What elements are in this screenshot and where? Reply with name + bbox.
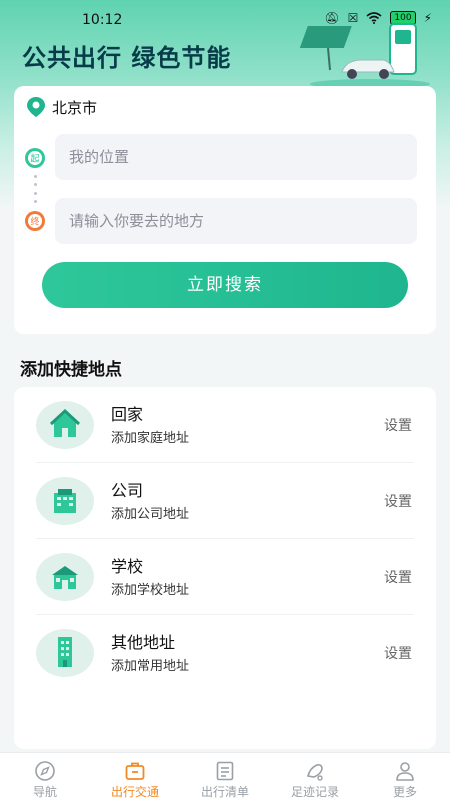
- place-title: 公司: [111, 481, 144, 500]
- footprint-icon: [307, 764, 323, 781]
- route-connector: [33, 172, 37, 206]
- place-title: 其他地址: [111, 633, 176, 652]
- quick-place-company[interactable]: 公司 添加公司地址 设置: [14, 463, 436, 539]
- destination-input[interactable]: 请输入你要去的地方: [55, 198, 417, 244]
- tab-label: 更多: [392, 785, 417, 799]
- end-marker-label: 终: [30, 216, 39, 228]
- set-other-button[interactable]: 设置: [384, 643, 412, 663]
- tab-footprints[interactable]: 足迹记录: [270, 753, 360, 800]
- set-company-button[interactable]: 设置: [384, 491, 412, 511]
- set-school-button[interactable]: 设置: [384, 567, 412, 587]
- bottom-tab-bar: 导航 出行交通 出行清单 足迹记录 更多: [0, 752, 450, 800]
- route-search-card: 北京市 起 终 我的位置 请输入你要去的地方 立即搜索: [14, 86, 436, 334]
- tower-building-icon: [36, 629, 94, 677]
- place-subtitle: 添加公司地址: [111, 507, 190, 522]
- place-subtitle: 添加常用地址: [111, 659, 190, 674]
- status-time: 10:12: [82, 12, 123, 28]
- place-subtitle: 添加学校地址: [111, 583, 190, 598]
- tab-transport[interactable]: 出行交通: [90, 753, 180, 800]
- start-marker-icon: 起: [25, 148, 45, 168]
- bag-icon: [125, 762, 145, 780]
- place-title: 回家: [111, 405, 144, 424]
- quick-places-title: 添加快捷地点: [20, 360, 122, 380]
- tab-label: 导航: [32, 785, 57, 799]
- person-icon: [396, 762, 414, 781]
- school-icon: [36, 553, 94, 601]
- tab-label: 出行清单: [200, 785, 249, 799]
- office-building-icon: [36, 477, 94, 525]
- home-icon: [36, 401, 94, 449]
- quick-place-other[interactable]: 其他地址 添加常用地址 设置: [14, 615, 436, 691]
- end-marker-icon: 终: [25, 211, 45, 231]
- search-button[interactable]: 立即搜索: [42, 262, 408, 308]
- start-marker-label: 起: [30, 154, 39, 165]
- tab-more[interactable]: 更多: [360, 753, 450, 800]
- start-location-input[interactable]: 我的位置: [55, 134, 417, 180]
- ev-charging-illustration: [299, 23, 430, 89]
- place-subtitle: 添加家庭地址: [111, 431, 190, 446]
- tab-label: 出行交通: [110, 785, 159, 799]
- hero-title: 公共出行 绿色节能: [22, 44, 232, 72]
- city-label: 北京市: [52, 98, 98, 117]
- tab-navigation[interactable]: 导航: [0, 753, 90, 800]
- place-title: 学校: [111, 557, 144, 576]
- tab-checklist[interactable]: 出行清单: [180, 753, 270, 800]
- location-pin-icon: [27, 97, 45, 117]
- compass-icon: [35, 761, 55, 781]
- list-icon: [216, 761, 234, 781]
- tab-label: 足迹记录: [290, 785, 339, 799]
- quick-place-school[interactable]: 学校 添加学校地址 设置: [14, 539, 436, 615]
- quick-places-list: 回家 添加家庭地址 设置 公司 添加公司地址 设置 学校 添加学校地址 设置 其…: [14, 387, 436, 749]
- set-home-button[interactable]: 设置: [384, 415, 412, 435]
- city-selector[interactable]: 北京市: [26, 96, 97, 118]
- quick-place-home[interactable]: 回家 添加家庭地址 设置: [14, 387, 436, 463]
